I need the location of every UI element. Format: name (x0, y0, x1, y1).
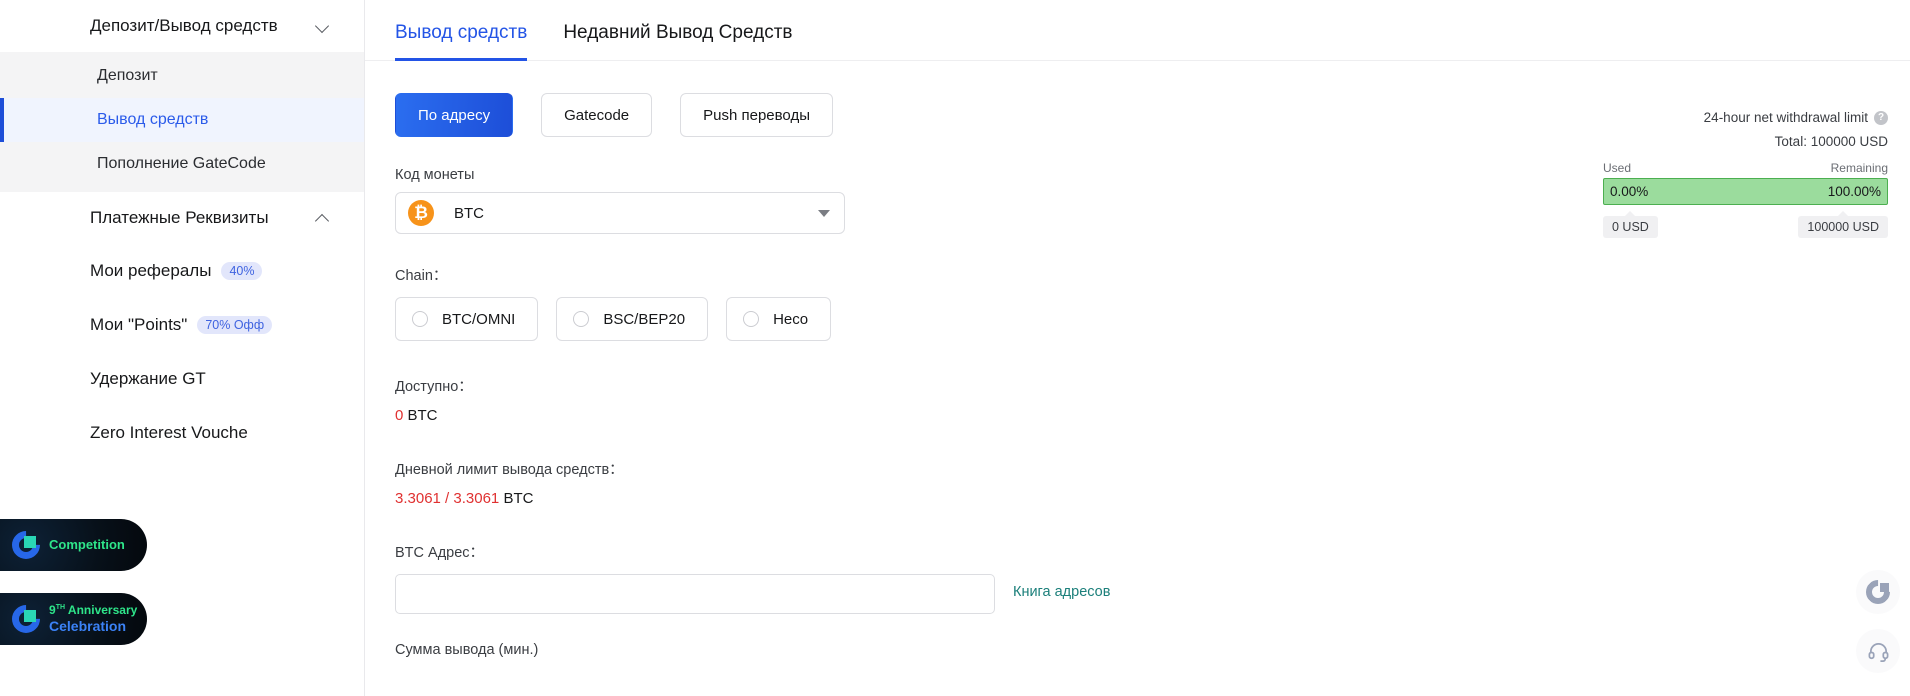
sidebar-banners: Competition 9TH Anniversary Celebration (0, 519, 147, 667)
available-unit: BTC (407, 407, 438, 424)
sidebar-item-label: Депозит (97, 67, 158, 84)
sidebar-item-zero-interest-voucher[interactable]: Zero Interest Vouche (0, 406, 364, 460)
chain-option-btc-omni[interactable]: BTC/OMNI (395, 297, 539, 341)
limit-progress-bar: 0.00% 100.00% (1603, 178, 1888, 205)
sidebar-group-deposit-withdraw[interactable]: Депозит/Вывод средств (0, 0, 364, 52)
headset-icon (1868, 642, 1888, 662)
sidebar-item-label: Пополнение GateCode (97, 155, 266, 172)
gate-logo-icon (3, 522, 49, 568)
daily-limit-unit: BTC (503, 490, 534, 507)
support-headset-button[interactable] (1856, 629, 1900, 673)
limit-panel-title-row: 24-hour net withdrawal limit ? (1603, 110, 1888, 125)
chevron-down-icon (316, 19, 330, 33)
chain-option-label: Heco (773, 310, 809, 328)
radio-icon[interactable] (743, 311, 760, 327)
chevron-down-icon (818, 209, 830, 217)
limit-used-amount: 0 USD (1603, 211, 1658, 238)
chain-option-heco[interactable]: Heco (726, 297, 832, 341)
gate-logo-icon (1861, 575, 1895, 609)
sidebar-group-payment-details[interactable]: Платежные Реквизиты (0, 192, 364, 244)
limit-total: Total: 100000 USD (1774, 134, 1888, 149)
tab-label: Недавний Вывод Средств (563, 22, 793, 43)
limit-remaining-amount: 100000 USD (1798, 211, 1888, 238)
limit-panel-title: 24-hour net withdrawal limit (1703, 110, 1868, 125)
page-root: Депозит/Вывод средств Депозит Вывод сред… (0, 0, 1910, 696)
sidebar-item-label: Zero Interest Vouche (90, 423, 248, 442)
sidebar-submenu: Депозит Вывод средств Пополнение GateCod… (0, 52, 364, 192)
method-button-push-transfer[interactable]: Push переводы (680, 93, 833, 137)
method-button-by-address[interactable]: По адресу (395, 93, 514, 137)
daily-limit-value: 3.3061 / 3.3061 BTC (395, 490, 1910, 507)
daily-limit-label: Дневной лимит вывода средств： (395, 462, 624, 478)
radio-icon[interactable] (412, 311, 428, 327)
sidebar-item-points[interactable]: Мои "Points" 70% Офф (0, 298, 364, 352)
address-row: Книга адресов (395, 574, 1910, 614)
banner-anniversary-line2: Celebration (49, 617, 127, 634)
address-book-link[interactable]: Книга адресов (1013, 584, 1110, 600)
help-icon[interactable]: ? (1874, 110, 1888, 125)
banner-anniversary[interactable]: 9TH Anniversary Celebration (0, 593, 147, 645)
sidebar-item-gatecode-topup[interactable]: Пополнение GateCode (0, 142, 364, 186)
address-input[interactable] (395, 574, 995, 614)
floating-action-buttons (1856, 570, 1900, 688)
sidebar-item-referrals[interactable]: Мои рефералы 40% (0, 244, 364, 298)
chain-radio-group: BTC/OMNI BSC/BEP20 Heco (395, 297, 1910, 341)
sidebar-item-label: Вывод средств (97, 111, 209, 128)
chain-label: Chain： (395, 268, 448, 284)
sidebar-item-withdraw[interactable]: Вывод средств (0, 98, 364, 142)
status-badge: 40% (221, 261, 263, 281)
main-content: Вывод средств Недавний Вывод Средств По … (365, 0, 1910, 696)
limit-used-header: Used (1603, 161, 1632, 175)
coin-select[interactable]: ₿ BTC (395, 192, 845, 234)
status-badge: 70% Офф (197, 315, 273, 335)
tab-bar: Вывод средств Недавний Вывод Средств (365, 0, 1910, 61)
available-value: 0 BTC (395, 407, 1910, 424)
coin-select-value: BTC (454, 204, 484, 222)
chevron-up-icon (316, 211, 330, 225)
limit-used-percent: 0.00% (1610, 184, 1649, 199)
available-label: Доступно： (395, 379, 473, 395)
bitcoin-icon: ₿ (408, 200, 434, 226)
chain-option-bsc-bep20[interactable]: BSC/BEP20 (556, 297, 709, 341)
amount-label: Сумма вывода (мин.) (395, 642, 539, 658)
limit-remaining-header: Remaining (1830, 161, 1888, 175)
gate-logo-icon (3, 596, 49, 642)
limit-remaining-percent: 100.00% (1827, 184, 1881, 199)
chain-option-label: BTC/OMNI (442, 310, 516, 328)
limit-bar-headers: Used Remaining (1603, 161, 1888, 175)
gate-logo-button[interactable] (1856, 570, 1900, 614)
sidebar-item-deposit[interactable]: Депозит (0, 54, 364, 98)
available-amount: 0 (395, 407, 404, 424)
sidebar-item-gt-holding[interactable]: Удержание GT (0, 352, 364, 406)
tab-withdraw[interactable]: Вывод средств (395, 22, 528, 61)
sidebar-item-label: Мои рефералы (90, 261, 212, 280)
banner-competition-label: Competition (49, 536, 125, 552)
chain-option-label: BSC/BEP20 (603, 310, 686, 328)
sidebar-group-label: Депозит/Вывод средств (90, 16, 278, 35)
daily-limit-amount: 3.3061 / 3.3061 (395, 490, 500, 507)
address-label: BTC Адрес： (395, 545, 485, 561)
sidebar: Депозит/Вывод средств Депозит Вывод сред… (0, 0, 365, 696)
sidebar-group-label: Платежные Реквизиты (90, 208, 269, 227)
banner-anniversary-line1: 9TH Anniversary (49, 602, 138, 617)
banner-competition[interactable]: Competition (0, 519, 147, 571)
limit-amount-pills: 0 USD 100000 USD (1603, 211, 1888, 238)
sidebar-item-label: Удержание GT (90, 369, 206, 388)
tab-label: Вывод средств (395, 22, 528, 43)
sidebar-item-label: Мои "Points" (90, 315, 188, 334)
tab-recent-withdrawals[interactable]: Недавний Вывод Средств (563, 22, 792, 60)
withdrawal-limit-panel: 24-hour net withdrawal limit ? Total: 10… (1603, 110, 1888, 238)
radio-icon[interactable] (573, 311, 590, 327)
method-button-gatecode[interactable]: Gatecode (541, 93, 653, 137)
